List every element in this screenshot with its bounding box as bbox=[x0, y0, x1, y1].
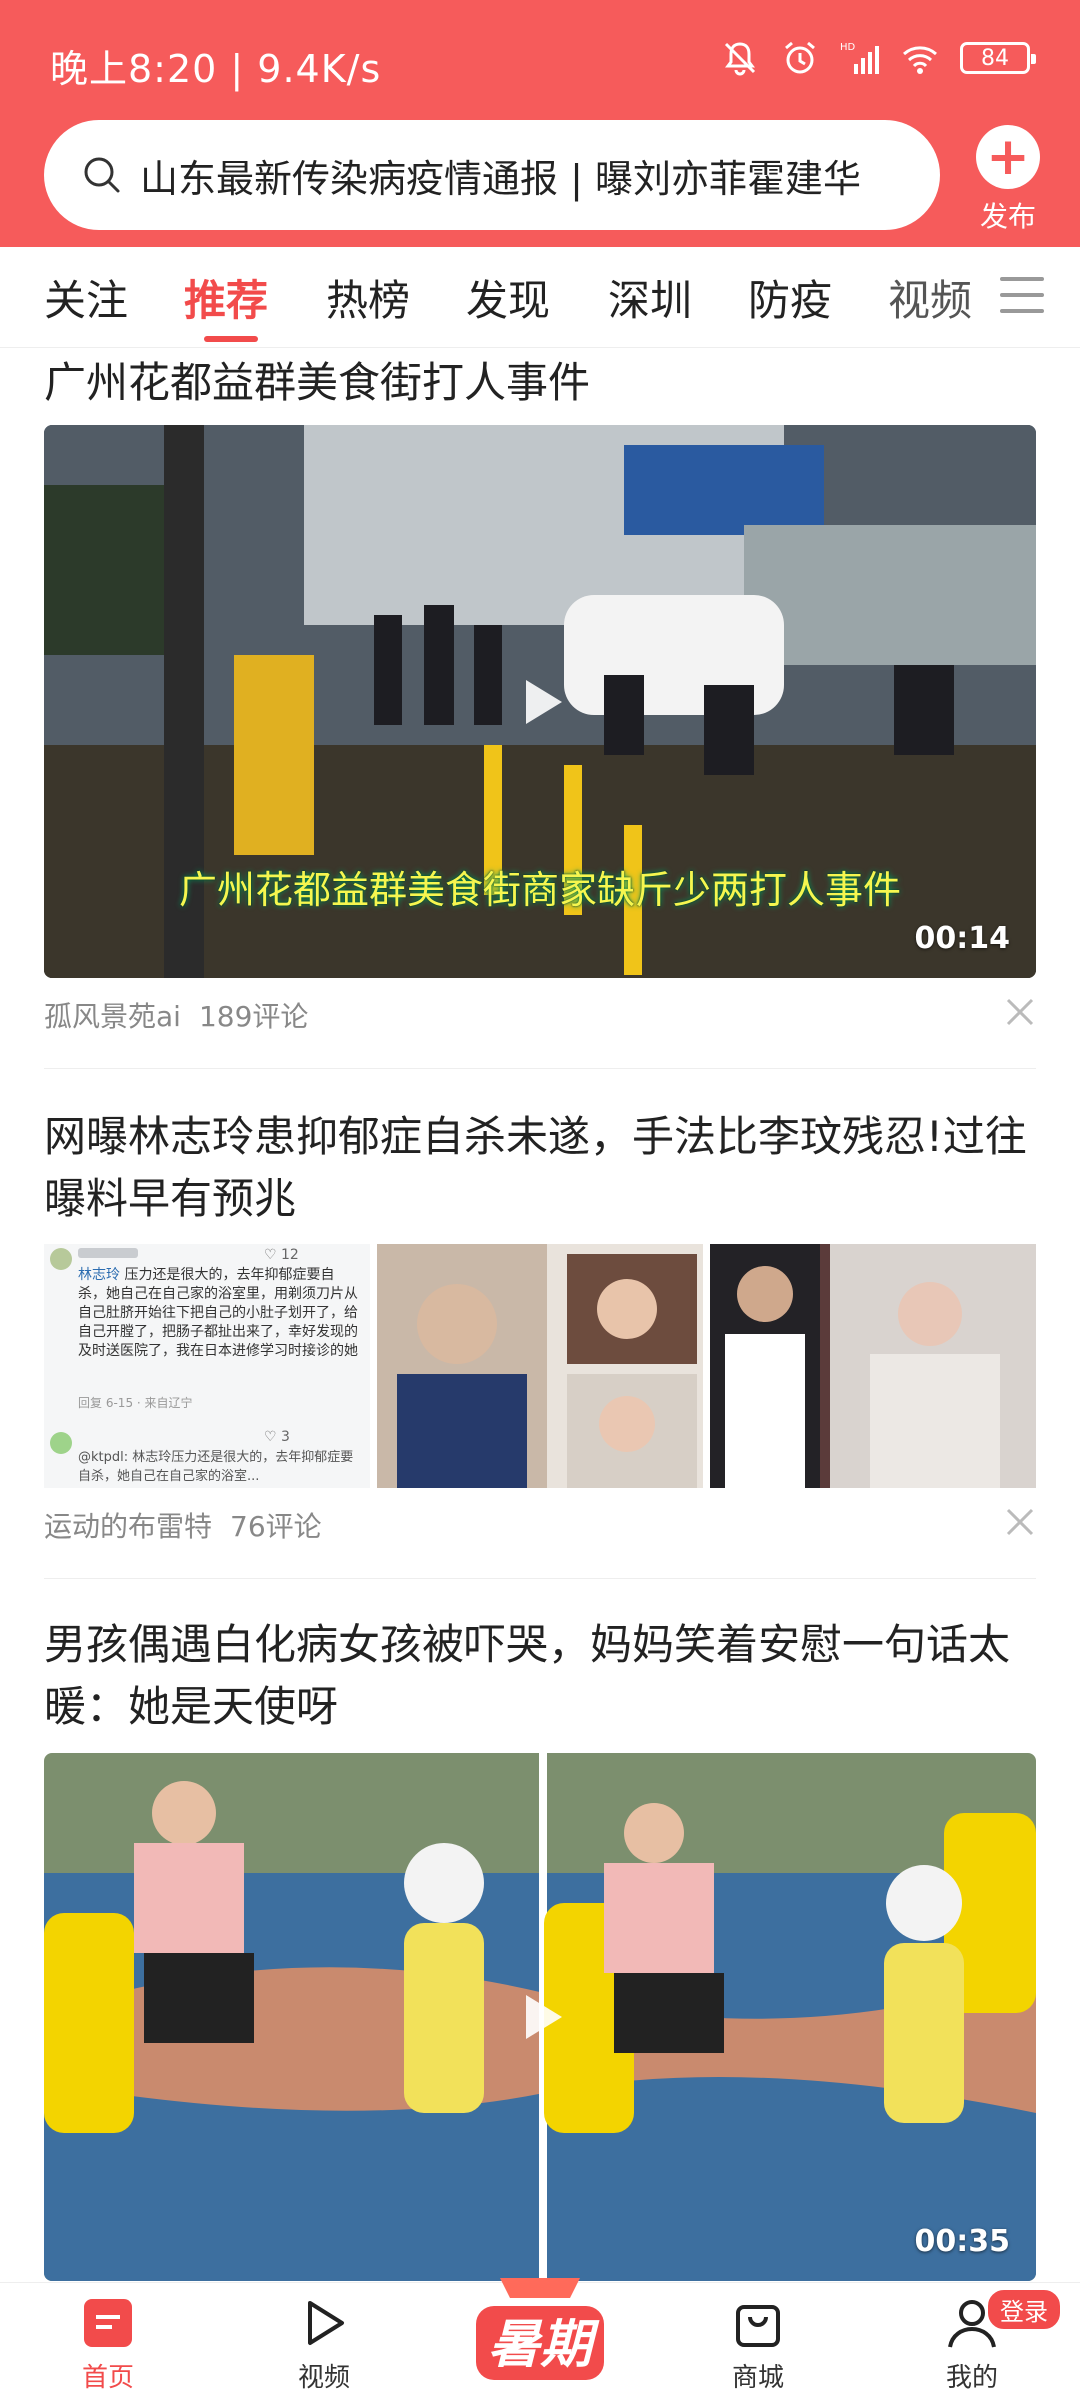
author-name[interactable]: 运动的布雷特 bbox=[44, 1510, 212, 1543]
dismiss-icon[interactable] bbox=[1004, 1506, 1036, 1538]
summer-campaign-button[interactable]: 暑期 bbox=[470, 2272, 610, 2392]
tab-recommend[interactable]: 推荐 bbox=[184, 267, 268, 328]
play-icon bbox=[526, 1995, 562, 2039]
like-count: ♡ 12 bbox=[264, 1247, 299, 1263]
nav-mall[interactable]: 商城 bbox=[698, 2295, 818, 2394]
shopping-bag-icon bbox=[736, 2305, 780, 2347]
article-meta: 孤风景苑ai 189评论 bbox=[44, 995, 326, 1035]
battery-level: 84 bbox=[981, 45, 1009, 71]
video-duration: 00:14 bbox=[914, 921, 1011, 956]
status-bar: 晚上8:20 | 9.4K/s HD 84 bbox=[0, 0, 1080, 120]
image-gallery[interactable]: ♡ 12 林志玲 压力还是很大的，去年抑郁症要自杀，她自己在自己家的浴室里，用剃… bbox=[44, 1244, 1036, 1488]
like-count: ♡ 3 bbox=[264, 1429, 290, 1445]
video-duration: 00:35 bbox=[914, 2224, 1011, 2259]
tab-discover[interactable]: 发现 bbox=[466, 267, 550, 328]
svg-text:HD: HD bbox=[840, 42, 856, 53]
nav-profile-label: 我的 bbox=[945, 2363, 998, 2393]
nav-mall-label: 商城 bbox=[731, 2363, 784, 2393]
comment-text: @ktpdl: 林志玲压力还是很大的，去年抑郁症要自杀，她自己在自己家的浴室..… bbox=[78, 1450, 354, 1484]
svg-text:暑期: 暑期 bbox=[488, 2315, 600, 2375]
nav-home[interactable]: 首页 bbox=[48, 2295, 168, 2394]
author-name[interactable]: 孤风景苑ai bbox=[44, 1000, 181, 1033]
article-title[interactable]: 网曝林志玲患抑郁症自杀未遂，手法比李玟残忍!过往曝料早有预兆 bbox=[44, 1106, 1034, 1230]
nav-video[interactable]: 视频 bbox=[264, 2295, 384, 2394]
publish-button[interactable]: + 发布 bbox=[968, 125, 1048, 235]
top-header: 晚上8:20 | 9.4K/s HD 84 山东最新传染病疫情通报 | 曝刘亦菲… bbox=[0, 0, 1080, 247]
gallery-image-wedding bbox=[710, 1244, 1036, 1488]
nav-video-label: 视频 bbox=[297, 2363, 350, 2393]
active-tab-indicator bbox=[204, 336, 258, 342]
article-title[interactable]: 广州花都益群美食街打人事件 bbox=[44, 352, 1034, 414]
dismiss-icon[interactable] bbox=[1004, 996, 1036, 1028]
channel-tabs: 关注 推荐 热榜 发现 深圳 防疫 视频 bbox=[0, 247, 1080, 348]
home-icon bbox=[84, 2299, 132, 2347]
avatar bbox=[50, 1248, 72, 1270]
comment-footer: 回复 6-15 · 来自辽宁 bbox=[78, 1396, 193, 1410]
divider bbox=[44, 1068, 1036, 1069]
blurred-username bbox=[78, 1248, 138, 1258]
avatar bbox=[50, 1432, 72, 1454]
divider bbox=[44, 1578, 1036, 1579]
video-caption: 广州花都益群美食街商家缺斤少两打人事件 bbox=[178, 868, 901, 912]
article-meta: 运动的布雷特 76评论 bbox=[44, 1505, 340, 1545]
video-thumbnail[interactable]: 00:35 bbox=[44, 1753, 1036, 2281]
login-badge[interactable]: 登录 bbox=[986, 2288, 1062, 2331]
comment-count[interactable]: 76评论 bbox=[230, 1510, 322, 1543]
play-icon bbox=[308, 2301, 344, 2345]
battery-icon: 84 bbox=[960, 42, 1036, 74]
status-icons: HD 84 bbox=[720, 38, 1036, 78]
menu-icon[interactable] bbox=[1000, 277, 1044, 317]
comment-count[interactable]: 189评论 bbox=[199, 1000, 308, 1033]
gallery-image-portrait bbox=[377, 1244, 703, 1488]
tab-hot[interactable]: 热榜 bbox=[326, 267, 410, 328]
gallery-image-comments: ♡ 12 林志玲 压力还是很大的，去年抑郁症要自杀，她自己在自己家的浴室里，用剃… bbox=[44, 1244, 370, 1488]
tab-video[interactable]: 视频 bbox=[888, 267, 972, 328]
comment-text: 林志玲 压力还是很大的，去年抑郁症要自杀，她自己在自己家的浴室里，用剃须刀片从自… bbox=[78, 1267, 358, 1359]
tab-follow[interactable]: 关注 bbox=[44, 267, 128, 328]
tab-epidemic[interactable]: 防疫 bbox=[748, 267, 832, 328]
summer-logo: 暑期 bbox=[476, 2278, 604, 2380]
article-title[interactable]: 男孩偶遇白化病女孩被吓哭，妈妈笑着安慰一句话太暖：她是天使呀 bbox=[44, 1614, 1034, 1738]
tab-shenzhen[interactable]: 深圳 bbox=[608, 267, 692, 328]
nav-home-label: 首页 bbox=[81, 2363, 134, 2393]
video-thumbnail[interactable]: 广州花都益群美食街商家缺斤少两打人事件 00:14 bbox=[44, 425, 1036, 978]
status-time: 晚上8:20 | 9.4K/s bbox=[50, 47, 382, 91]
search-bar[interactable]: 山东最新传染病疫情通报 | 曝刘亦菲霍建华 bbox=[44, 120, 940, 230]
play-icon bbox=[526, 679, 562, 724]
wifi-icon bbox=[903, 46, 937, 74]
plus-icon: + bbox=[976, 125, 1040, 189]
publish-label: 发布 bbox=[979, 200, 1036, 233]
alarm-icon bbox=[785, 41, 815, 74]
signal-icon: HD bbox=[840, 42, 879, 74]
mute-bell-icon bbox=[724, 42, 756, 76]
search-icon bbox=[84, 157, 120, 193]
search-placeholder: 山东最新传染病疫情通报 | 曝刘亦菲霍建华 bbox=[140, 156, 861, 201]
